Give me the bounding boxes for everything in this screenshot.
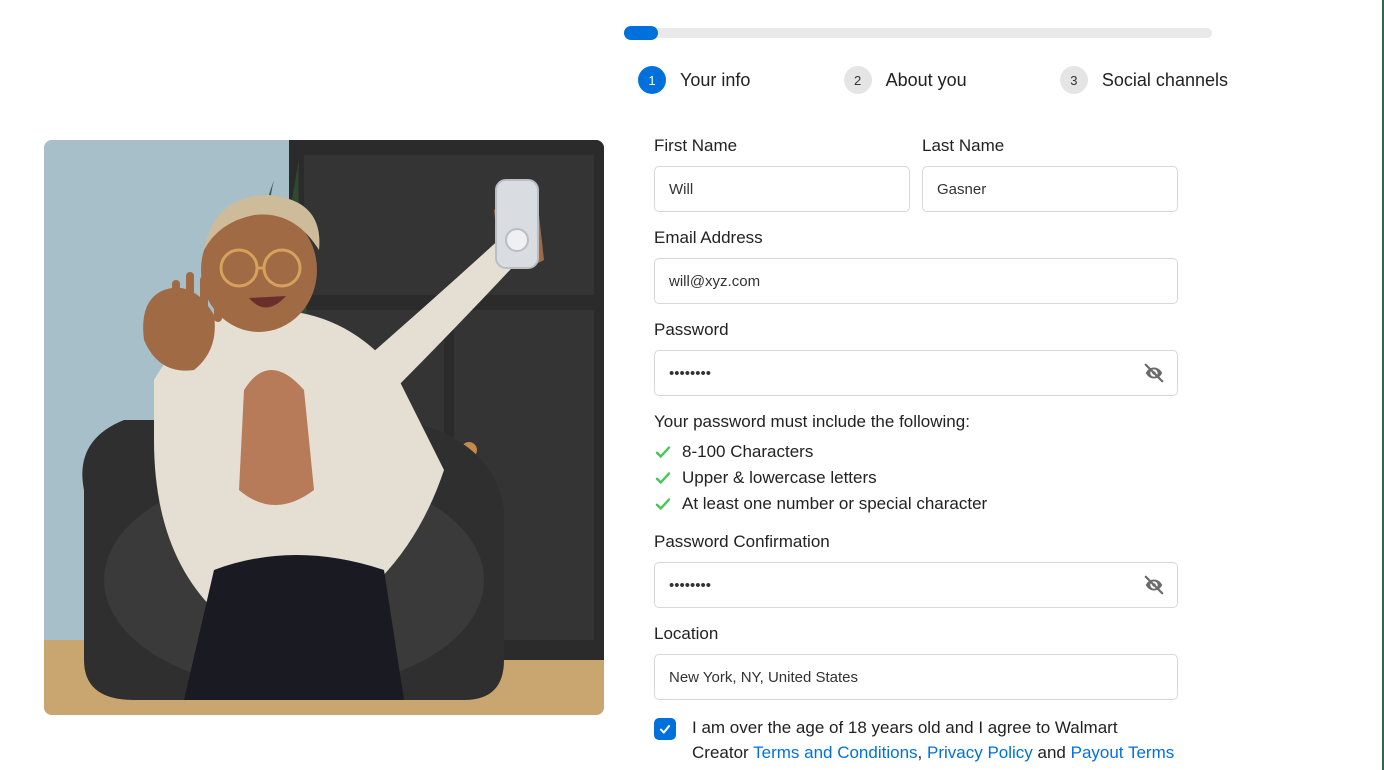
location-input[interactable] — [654, 654, 1178, 700]
consent-sep: and — [1033, 743, 1071, 762]
last-name-input[interactable] — [922, 166, 1178, 212]
password-requirements-list: 8-100 Characters Upper & lowercase lette… — [654, 442, 1178, 514]
password-confirm-label: Password Confirmation — [654, 532, 1178, 552]
password-requirement: At least one number or special character — [654, 494, 1178, 514]
steps-row: 1 Your info 2 About you 3 Social channel… — [638, 66, 1228, 94]
location-label: Location — [654, 624, 1178, 644]
email-label: Email Address — [654, 228, 1178, 248]
password-requirement-text: 8-100 Characters — [682, 442, 813, 462]
password-confirm-field: Password Confirmation — [654, 532, 1178, 608]
toggle-password-visibility-icon[interactable] — [1140, 359, 1168, 387]
password-confirm-input[interactable] — [654, 562, 1178, 608]
email-input[interactable] — [654, 258, 1178, 304]
last-name-field: Last Name — [922, 136, 1178, 212]
first-name-label: First Name — [654, 136, 910, 156]
progress-indicator — [624, 26, 658, 40]
progress-track — [624, 28, 1212, 38]
password-label: Password — [654, 320, 1178, 340]
step-your-info[interactable]: 1 Your info — [638, 66, 750, 94]
step-about-you[interactable]: 2 About you — [844, 66, 967, 94]
location-field: Location — [654, 624, 1178, 700]
password-requirement: 8-100 Characters — [654, 442, 1178, 462]
step-badge-1: 1 — [638, 66, 666, 94]
step-badge-3: 3 — [1060, 66, 1088, 94]
progress-bar — [624, 28, 1212, 38]
consent-sep: , — [918, 743, 927, 762]
privacy-link[interactable]: Privacy Policy — [927, 743, 1033, 762]
first-name-field: First Name — [654, 136, 910, 212]
toggle-confirm-visibility-icon[interactable] — [1140, 571, 1168, 599]
step-label: Your info — [680, 70, 750, 91]
check-icon — [654, 443, 672, 461]
password-requirement-text: Upper & lowercase letters — [682, 468, 877, 488]
password-requirement: Upper & lowercase letters — [654, 468, 1178, 488]
signup-form: First Name Last Name Email Address Passw… — [654, 136, 1178, 765]
check-icon — [654, 469, 672, 487]
last-name-label: Last Name — [922, 136, 1178, 156]
password-input[interactable] — [654, 350, 1178, 396]
password-requirement-text: At least one number or special character — [682, 494, 987, 514]
password-field: Password — [654, 320, 1178, 396]
step-label: Social channels — [1102, 70, 1228, 91]
consent-checkbox[interactable] — [654, 718, 676, 740]
consent-text: I am over the age of 18 years old and I … — [692, 716, 1178, 765]
hero-image — [44, 140, 604, 715]
password-requirements-heading: Your password must include the following… — [654, 412, 1178, 432]
step-social-channels[interactable]: 3 Social channels — [1060, 66, 1228, 94]
consent-row: I am over the age of 18 years old and I … — [654, 716, 1178, 765]
terms-link[interactable]: Terms and Conditions — [753, 743, 917, 762]
payout-terms-link[interactable]: Payout Terms — [1071, 743, 1175, 762]
step-label: About you — [886, 70, 967, 91]
email-field: Email Address — [654, 228, 1178, 304]
first-name-input[interactable] — [654, 166, 910, 212]
step-badge-2: 2 — [844, 66, 872, 94]
check-icon — [654, 495, 672, 513]
